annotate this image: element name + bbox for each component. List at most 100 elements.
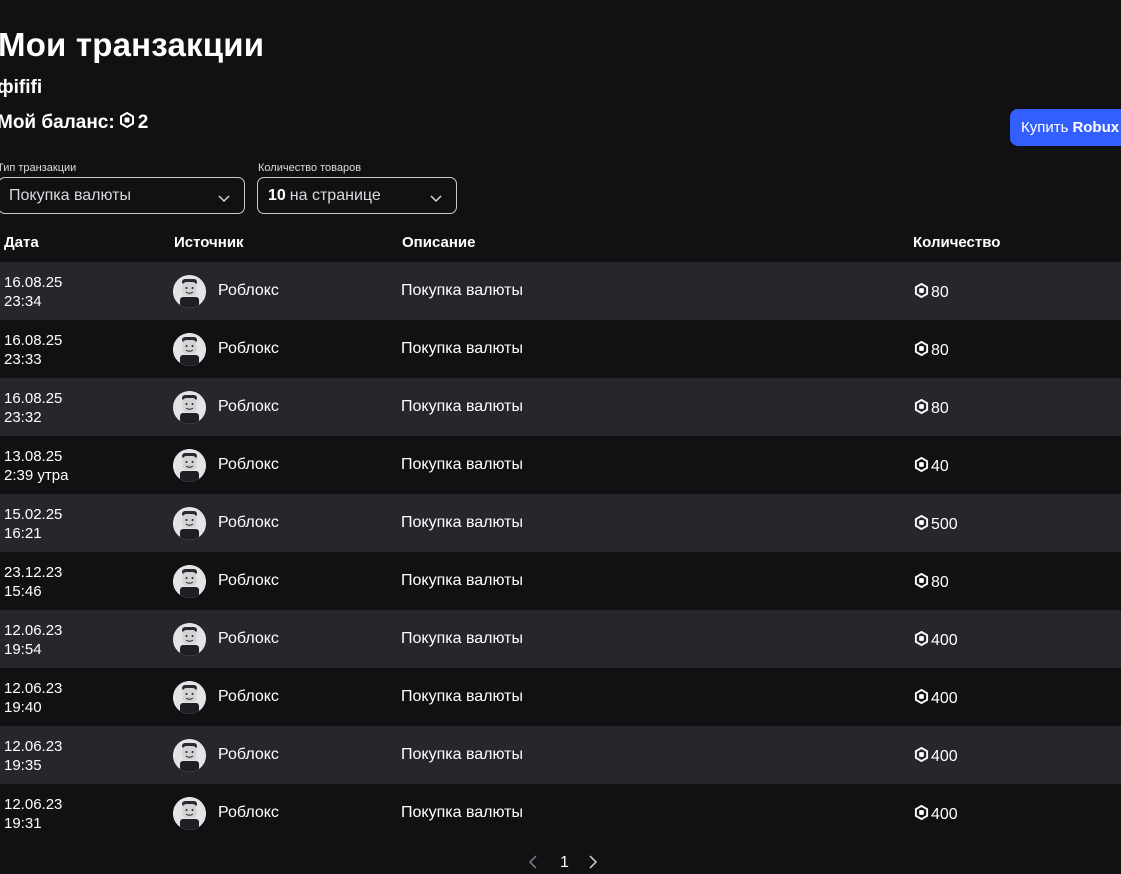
row-source[interactable]: Роблокс: [218, 398, 279, 416]
row-amount: 400: [914, 746, 958, 767]
row-description: Покупка валюты: [401, 282, 523, 299]
robux-icon: [914, 340, 929, 361]
row-date: 16.08.25 23:34: [4, 273, 62, 311]
avatar-icon[interactable]: [173, 739, 206, 772]
row-date: 23.12.23 15:46: [4, 563, 62, 601]
table-row: 12.06.23 19:40 Роблокс Покупка валюты 400: [0, 668, 1121, 726]
avatar-icon[interactable]: [173, 565, 206, 598]
page-title: Мои транзакции: [0, 26, 265, 63]
row-description: Покупка валюты: [401, 688, 523, 705]
row-amount: 80: [914, 282, 949, 303]
row-amount: 80: [914, 340, 949, 361]
avatar-icon[interactable]: [173, 333, 206, 366]
row-date-day: 23.12.23: [4, 564, 63, 581]
row-date-day: 16.08.25: [4, 274, 63, 291]
table-row: 12.06.23 19:31 Роблокс Покупка валюты 400: [0, 784, 1121, 842]
row-amount-value: 400: [931, 806, 958, 823]
avatar-icon[interactable]: [173, 797, 206, 830]
row-date-day: 12.06.23: [4, 796, 63, 813]
row-date-time: 16:21: [4, 525, 42, 542]
items-count-label: Количество товаров: [258, 162, 362, 174]
row-date-time: 19:35: [4, 757, 42, 774]
items-count-select[interactable]: 10 на странице: [257, 177, 457, 214]
row-amount: 400: [914, 630, 958, 651]
buy-robux-button[interactable]: Купить Robux: [1010, 109, 1121, 146]
row-amount-value: 400: [931, 632, 958, 649]
robux-icon: [914, 688, 929, 709]
column-date: Дата: [4, 234, 39, 251]
row-amount: 400: [914, 688, 958, 709]
transactions-table: 16.08.25 23:34 Роблокс Покупка валюты 80 16.0…: [0, 262, 1121, 842]
row-source[interactable]: Роблокс: [218, 572, 279, 590]
robux-icon: [119, 111, 135, 134]
robux-icon: [914, 514, 929, 535]
avatar-icon[interactable]: [173, 681, 206, 714]
robux-icon: [914, 398, 929, 419]
chevron-right-icon[interactable]: [588, 854, 598, 874]
row-description: Покупка валюты: [401, 804, 523, 821]
robux-icon: [914, 572, 929, 593]
row-description: Покупка валюты: [401, 514, 523, 531]
row-source[interactable]: Роблокс: [218, 688, 279, 706]
row-description: Покупка валюты: [401, 456, 523, 473]
chevron-down-icon: [218, 190, 230, 208]
table-row: 13.08.25 2:39 утра Роблокс Покупка валюты 40: [0, 436, 1121, 494]
pagination: 1: [520, 852, 610, 874]
row-source[interactable]: Роблокс: [218, 340, 279, 358]
row-date-day: 16.08.25: [4, 390, 63, 407]
avatar-icon[interactable]: [173, 623, 206, 656]
balance: Мой баланс: 2: [0, 111, 148, 134]
table-row: 16.08.25 23:32 Роблокс Покупка валюты 80: [0, 378, 1121, 436]
transaction-type-value: Покупка валюты: [9, 186, 131, 204]
robux-icon: [914, 282, 929, 303]
row-amount-value: 80: [931, 284, 949, 301]
row-amount-value: 400: [931, 748, 958, 765]
row-date-time: 15:46: [4, 583, 42, 600]
row-source[interactable]: Роблокс: [218, 282, 279, 300]
column-source: Источник: [174, 234, 244, 251]
avatar-icon[interactable]: [173, 391, 206, 424]
row-date-time: 23:34: [4, 293, 42, 310]
row-date: 12.06.23 19:54: [4, 621, 62, 659]
row-description: Покупка валюты: [401, 340, 523, 357]
table-row: 23.12.23 15:46 Роблокс Покупка валюты 80: [0, 552, 1121, 610]
row-date-time: 23:33: [4, 351, 42, 368]
avatar-icon[interactable]: [173, 275, 206, 308]
avatar-icon[interactable]: [173, 507, 206, 540]
row-amount-value: 400: [931, 690, 958, 707]
items-count-suffix: на странице: [289, 186, 381, 204]
row-date-time: 19:54: [4, 641, 42, 658]
row-date: 15.02.25 16:21: [4, 505, 62, 543]
row-source[interactable]: Роблокс: [218, 804, 279, 822]
balance-label: Мой баланс:: [0, 112, 115, 133]
row-amount: 80: [914, 572, 949, 593]
column-description: Описание: [402, 234, 476, 251]
chevron-left-icon[interactable]: [528, 854, 538, 874]
row-date-day: 12.06.23: [4, 680, 63, 697]
username: фififi: [0, 77, 43, 98]
row-description: Покупка валюты: [401, 630, 523, 647]
avatar-icon[interactable]: [173, 449, 206, 482]
current-page[interactable]: 1: [560, 854, 569, 872]
buy-button-robux: Robux: [1072, 119, 1120, 136]
table-row: 16.08.25 23:33 Роблокс Покупка валюты 80: [0, 320, 1121, 378]
row-description: Покупка валюты: [401, 746, 523, 763]
row-description: Покупка валюты: [401, 398, 523, 415]
row-date-day: 15.02.25: [4, 506, 63, 523]
row-date: 12.06.23 19:40: [4, 679, 62, 717]
transaction-type-select[interactable]: Покупка валюты: [0, 177, 245, 214]
row-date: 16.08.25 23:32: [4, 389, 62, 427]
row-source[interactable]: Роблокс: [218, 456, 279, 474]
items-count-number: 10: [268, 186, 286, 204]
row-source[interactable]: Роблокс: [218, 746, 279, 764]
table-row: 16.08.25 23:34 Роблокс Покупка валюты 80: [0, 262, 1121, 320]
row-date: 13.08.25 2:39 утра: [4, 447, 68, 485]
row-source[interactable]: Роблокс: [218, 630, 279, 648]
row-date: 12.06.23 19:35: [4, 737, 62, 775]
row-amount: 80: [914, 398, 949, 419]
transaction-type-label: Тип транзакции: [0, 162, 77, 174]
robux-icon: [914, 630, 929, 651]
row-source[interactable]: Роблокс: [218, 514, 279, 532]
row-date-time: 23:32: [4, 409, 42, 426]
row-date-day: 12.06.23: [4, 738, 63, 755]
